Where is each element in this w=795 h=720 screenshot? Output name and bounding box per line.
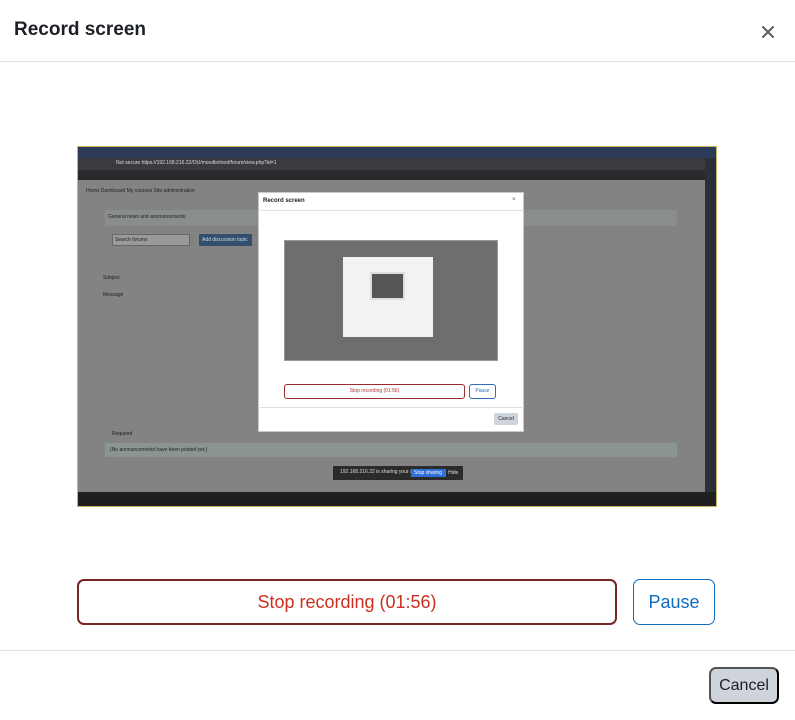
modal-footer — [0, 650, 795, 720]
modal-header: Record screen — [0, 0, 795, 62]
preview-url: Not secure https://192.168.216.22/OU/moo… — [116, 160, 277, 166]
preview-add-label: Add discussion topic — [202, 237, 248, 243]
modal-title: Record screen — [14, 19, 147, 40]
preview-inner-pause: Pause — [469, 384, 496, 399]
preview-inner-screenshot-nested — [370, 272, 405, 300]
preview-subject-label: Subject — [103, 275, 120, 281]
preview-inner-stop-label: Stop recording (01:56) — [349, 388, 400, 394]
preview-tab-bar — [78, 147, 716, 158]
preview-share-stop-label: Stop sharing — [414, 470, 443, 476]
preview-forum-title: General news and announcements — [108, 214, 186, 220]
preview-nav: Home Dashboard My courses Site administr… — [86, 188, 195, 194]
preview-search-placeholder: Search forums — [115, 237, 148, 243]
close-button[interactable] — [756, 20, 780, 44]
preview-inner-title: Record screen — [263, 198, 305, 204]
preview-inner-divider — [258, 210, 524, 211]
close-icon — [762, 26, 774, 38]
preview-notice-text: (No announcements have been posted yet.) — [110, 447, 208, 453]
preview-browser-sidebar — [705, 158, 716, 492]
preview-taskbar — [78, 492, 716, 506]
preview-message-label: Message — [103, 292, 124, 298]
preview-bookmarks-bar — [78, 170, 716, 180]
cancel-button[interactable]: Cancel — [709, 667, 779, 704]
preview-share-hide: Hide — [448, 470, 459, 476]
preview-inner-close-icon: × — [512, 197, 516, 203]
stop-recording-button[interactable]: Stop recording (01:56) — [77, 579, 617, 625]
preview-required-label: Required — [112, 431, 133, 437]
screen-preview: Not secure https://192.168.216.22/OU/moo… — [77, 146, 717, 507]
pause-button[interactable]: Pause — [633, 579, 715, 625]
preview-inner-divider-bottom — [258, 407, 524, 408]
preview-inner-cancel: Cancel — [494, 413, 518, 425]
